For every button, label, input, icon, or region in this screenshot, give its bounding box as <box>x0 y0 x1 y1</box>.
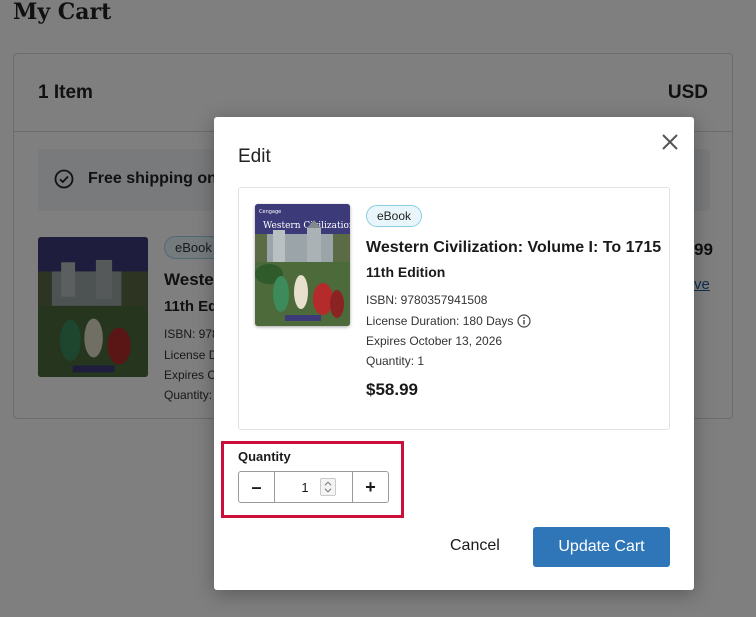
update-cart-button[interactable]: Update Cart <box>533 527 670 567</box>
quantity-stepper: – 1 + <box>238 471 389 503</box>
increase-quantity-button[interactable]: + <box>352 472 388 502</box>
product-quantity: Quantity: 1 <box>366 354 425 368</box>
product-isbn: ISBN: 9780357941508 <box>366 293 488 307</box>
cover-publisher: Cengage <box>259 209 281 215</box>
info-icon[interactable] <box>517 314 532 328</box>
book-cover-image: Cengage Western Civilization <box>255 204 350 326</box>
format-badge: eBook <box>366 205 423 227</box>
spinner-arrows-icon[interactable] <box>320 478 336 496</box>
license-duration-text: License Duration: 180 Days <box>366 314 514 328</box>
cancel-button[interactable]: Cancel <box>450 537 500 555</box>
product-edition: 11th Edition <box>366 264 446 280</box>
product-license: License Duration: 180 Days <box>366 314 532 328</box>
product-expires: Expires October 13, 2026 <box>366 334 503 348</box>
cover-title: Western Civilization <box>263 221 350 231</box>
product-title: Western Civilization: Volume I: To 1715 <box>366 239 662 256</box>
modal-title: Edit <box>238 146 271 167</box>
close-icon[interactable] <box>660 132 680 152</box>
edit-modal: Edit Cengage Western Civilization eBook … <box>214 117 694 590</box>
product-price: $58.99 <box>366 380 418 399</box>
quantity-input[interactable]: 1 <box>275 472 352 502</box>
quantity-label: Quantity <box>238 449 291 464</box>
decrease-quantity-button[interactable]: – <box>239 472 275 502</box>
product-card: Cengage Western Civilization eBook Weste… <box>238 187 670 430</box>
